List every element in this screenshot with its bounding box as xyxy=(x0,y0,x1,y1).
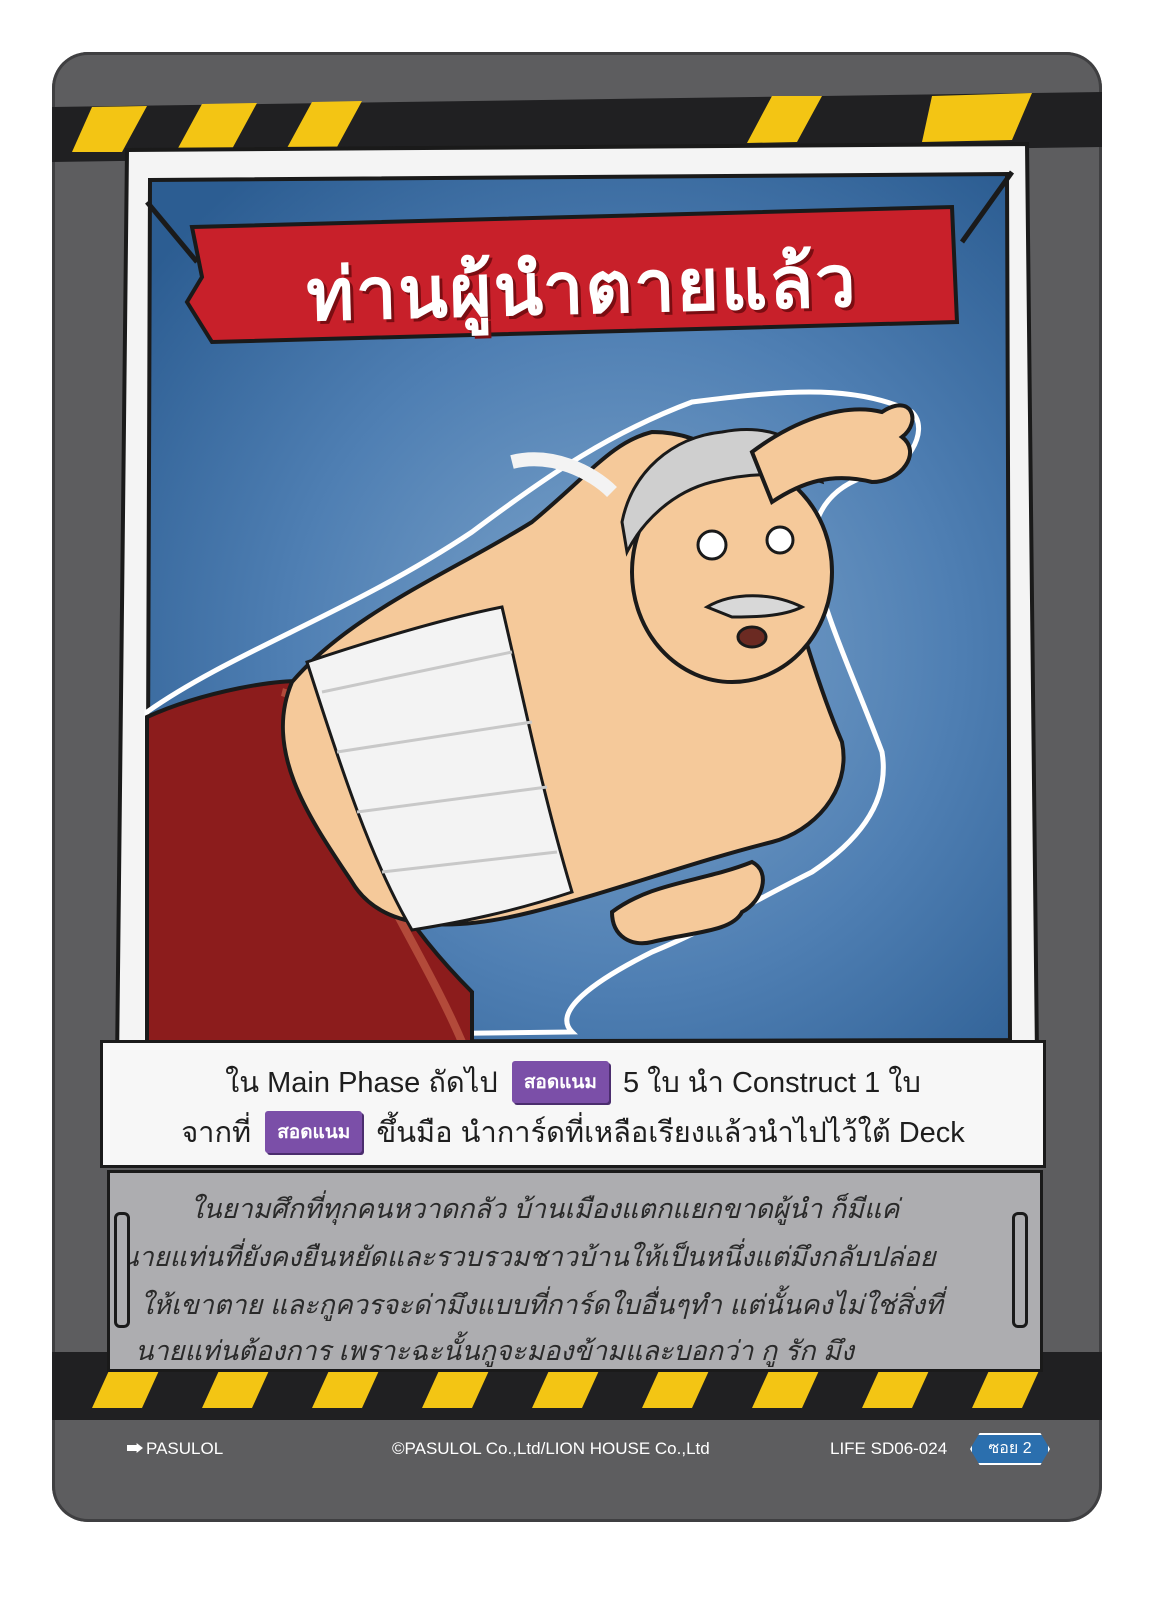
copyright-text: ©PASULOL Co.,Ltd/LION HOUSE Co.,Ltd xyxy=(392,1439,710,1458)
effect-text-box: ใน Main Phase ถัดไป สอดแนม 5 ใบ นำ Const… xyxy=(100,1040,1046,1168)
effect-text: ขึ้นมือ นำการ์ดที่เหลือเรียงแล้วนำไปไว้ใ… xyxy=(376,1117,965,1149)
effect-text: จากที่ xyxy=(181,1117,252,1149)
flavor-text-box: ในยามศึกที่ทุกคนหวาดกลัว บ้านเมืองแตกแยก… xyxy=(107,1170,1043,1372)
keyword-badge: สอดแนม xyxy=(265,1111,363,1153)
effect-line-2: จากที่ สอดแนม ขึ้นมือ นำการ์ดที่เหลือเรี… xyxy=(103,1109,1043,1155)
effect-text: ใน Main Phase ถัดไป xyxy=(225,1067,498,1099)
card-code: LIFE SD06-024 xyxy=(830,1439,948,1458)
flavor-bracket-right xyxy=(1012,1212,1028,1328)
effect-text: 5 ใบ นำ Construct 1 ใบ xyxy=(622,1067,921,1099)
card-title: ท่านผู้นำตายแล้ว xyxy=(305,238,859,338)
arrow-icon xyxy=(127,1443,143,1453)
set-badge: ซอย 2 xyxy=(970,1433,1050,1465)
flavor-bracket-left xyxy=(114,1212,130,1328)
brand-label: PASULOL xyxy=(127,1439,223,1459)
flavor-line: นายแท่นต้องการ เพราะฉะนั้นกูจะมองข้ามและ… xyxy=(135,1336,854,1366)
flavor-line: ในยามศึกที่ทุกคนหวาดกลัว บ้านเมืองแตกแยก… xyxy=(190,1194,900,1224)
flavor-line: นายแท่นที่ยังคงยืนหยัดและรวบรวมชาวบ้านให… xyxy=(120,1242,936,1272)
keyword-badge: สอดแนม xyxy=(511,1061,609,1103)
game-card[interactable]: ท่านผู้นำตายแล้ว ใน Main Phase ถัดไป สอด… xyxy=(52,52,1102,1522)
effect-line-1: ใน Main Phase ถัดไป สอดแนม 5 ใบ นำ Const… xyxy=(103,1059,1043,1105)
flavor-line: ให้เขาตาย และกูควรจะด่ามึงแบบที่การ์ดใบอ… xyxy=(140,1290,943,1320)
brand-text: PASULOL xyxy=(146,1439,224,1458)
